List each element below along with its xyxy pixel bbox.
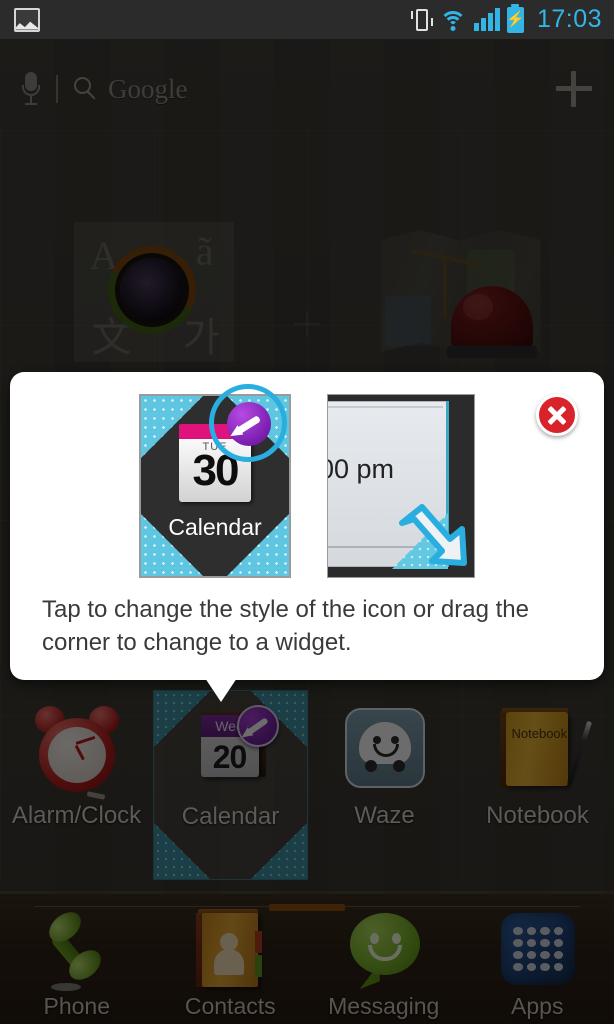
- status-bar: ⚡ 17:03: [0, 0, 614, 40]
- wifi-icon: [439, 9, 467, 31]
- preview-widget-style[interactable]: 00 pm: [327, 394, 475, 578]
- screenshot-icon: [14, 7, 40, 32]
- battery-charging-icon: ⚡: [506, 6, 525, 33]
- status-bar-system-icons: ⚡ 17:03: [410, 5, 614, 34]
- signal-icon: [473, 8, 500, 31]
- highlight-ring: [209, 384, 287, 462]
- preview-widget-time: 00 pm: [328, 454, 395, 484]
- close-button[interactable]: [536, 394, 578, 436]
- preview-icon-style[interactable]: TUE 30 Calendar: [139, 384, 291, 578]
- tip-dialog[interactable]: TUE 30 Calendar 00 pm: [10, 372, 604, 680]
- drag-corner-arrow-icon: [392, 501, 470, 573]
- dialog-pointer-tail: [205, 678, 237, 702]
- preview-calendar-label: Calendar: [168, 514, 262, 540]
- dialog-preview-row: TUE 30 Calendar 00 pm: [10, 384, 604, 582]
- status-bar-clock: 17:03: [536, 5, 602, 33]
- dialog-message: Tap to change the style of the icon or d…: [42, 596, 529, 656]
- status-bar-notifications[interactable]: [0, 7, 40, 32]
- vibrate-icon: [410, 7, 433, 33]
